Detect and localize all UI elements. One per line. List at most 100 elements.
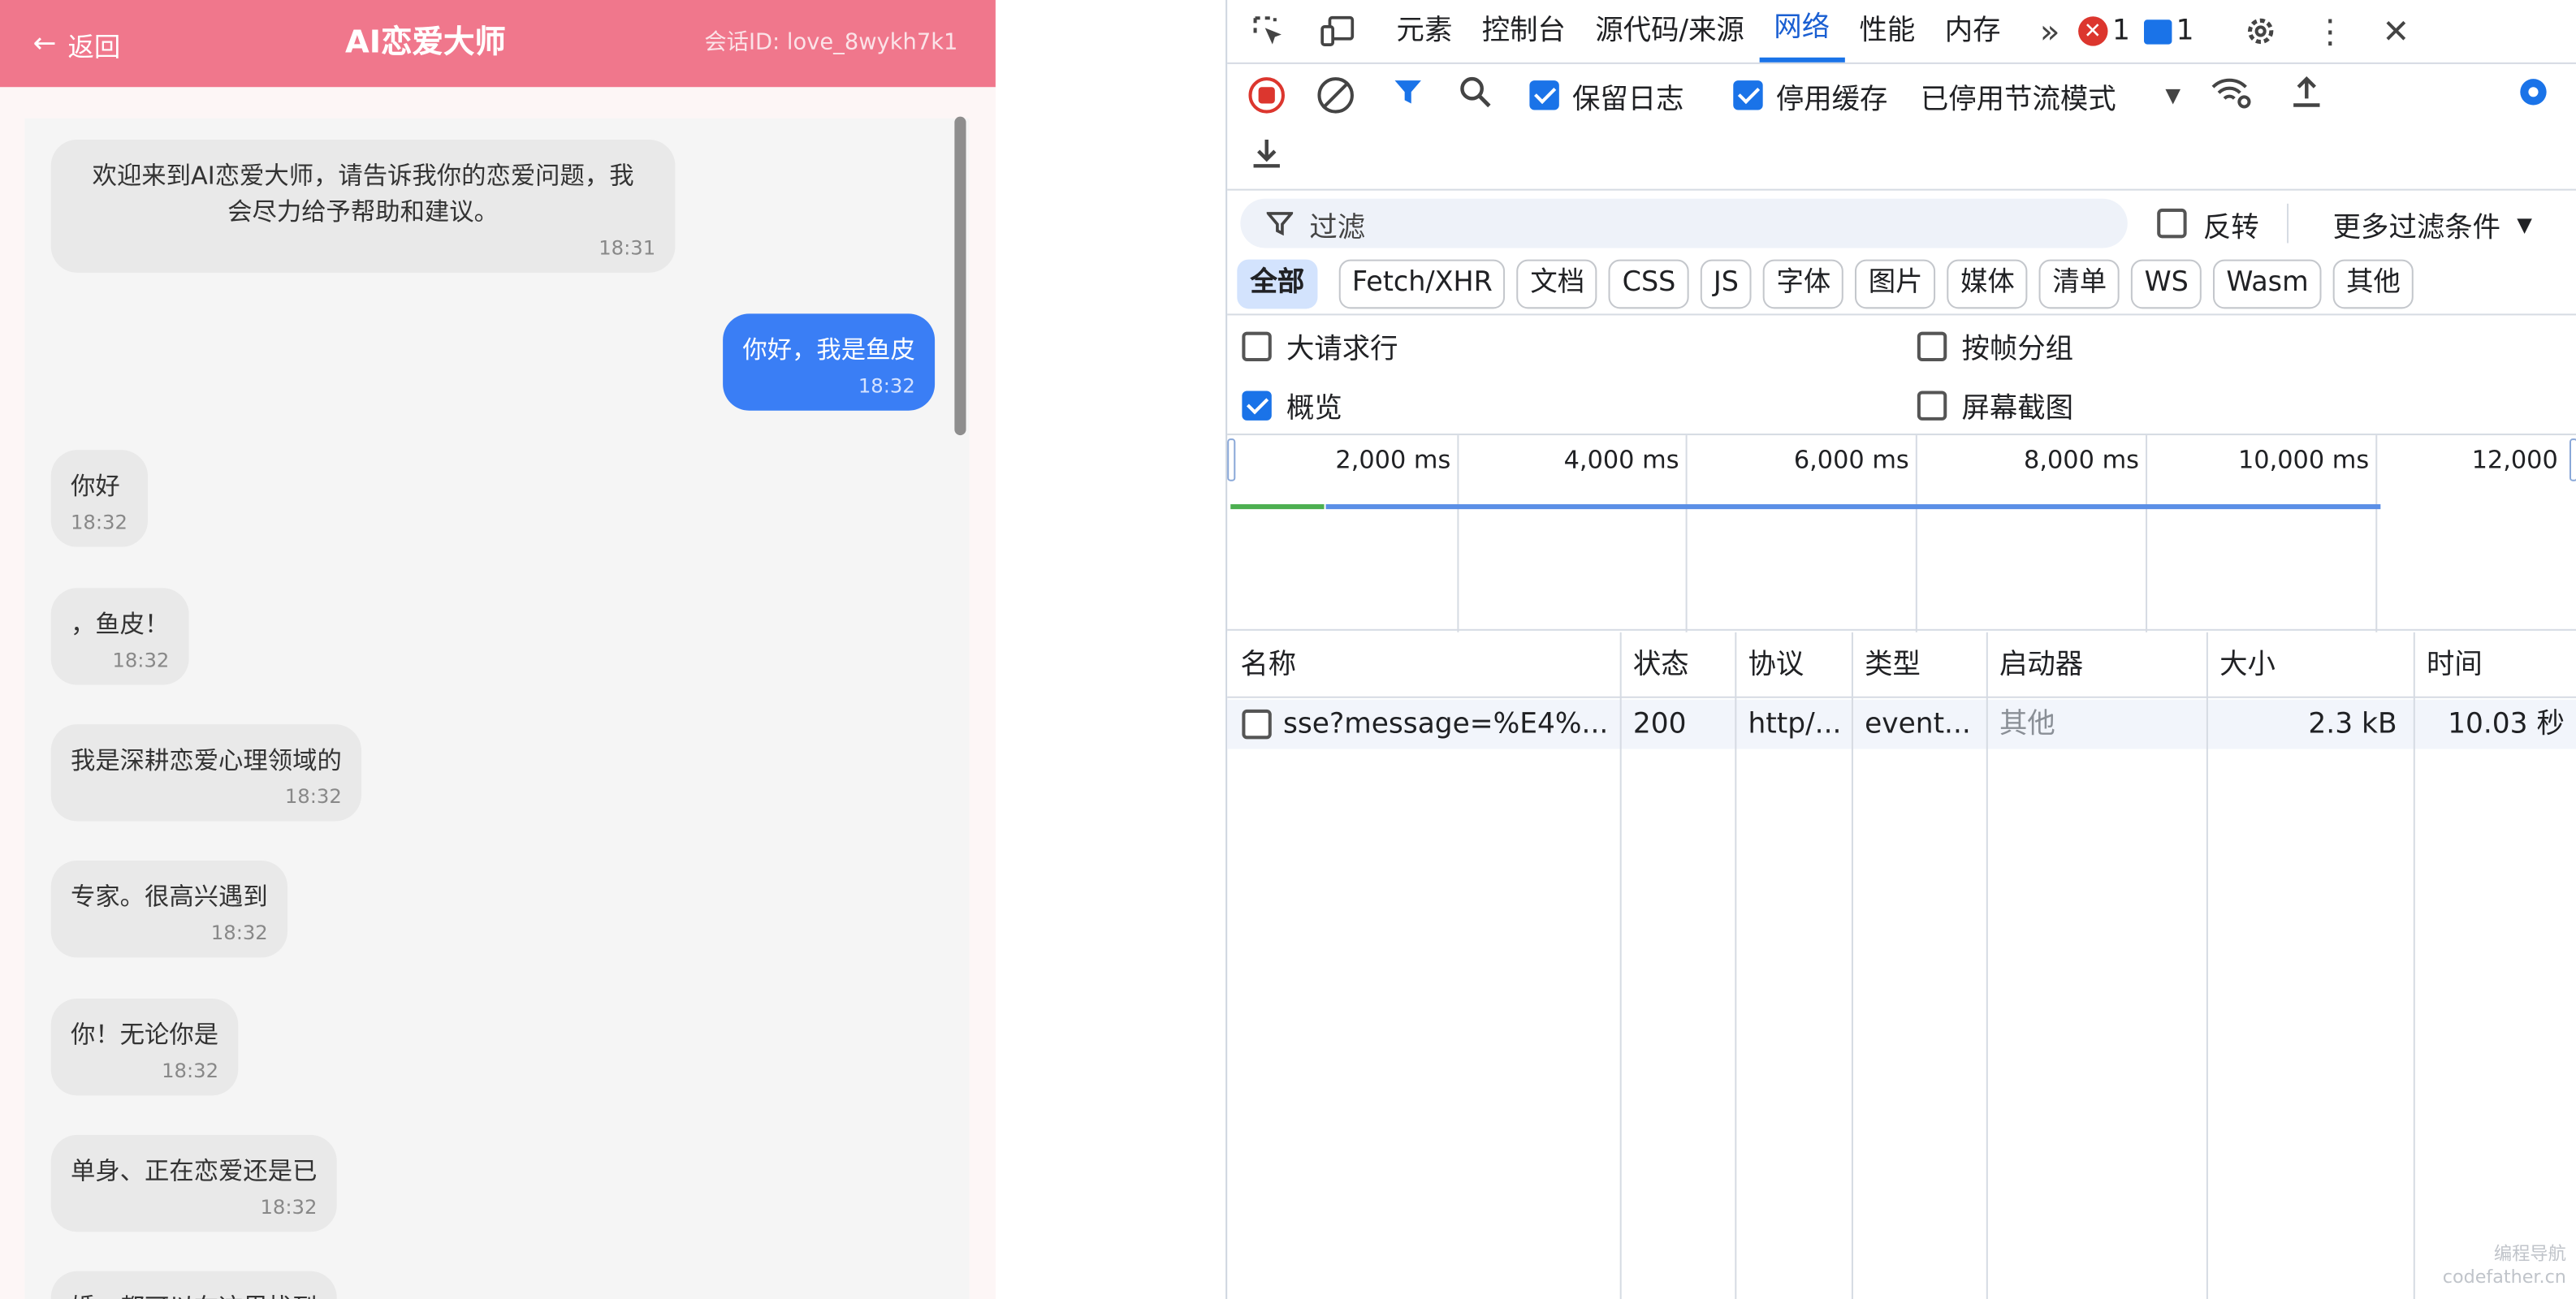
export-har-icon[interactable] bbox=[1248, 134, 1285, 179]
error-count: 1 bbox=[2112, 15, 2130, 48]
filter-chip-wasm[interactable]: Wasm bbox=[2213, 259, 2322, 309]
column-header-status[interactable]: 状态 bbox=[1620, 632, 1689, 698]
filter-chip-doc[interactable]: 文档 bbox=[1517, 259, 1598, 309]
divider bbox=[1227, 313, 2576, 316]
filter-funnel-icon[interactable] bbox=[1391, 75, 1424, 116]
network-conditions-icon[interactable] bbox=[2210, 73, 2253, 118]
timeline-right-handle[interactable] bbox=[2569, 438, 2576, 481]
message-time: 18:32 bbox=[210, 921, 268, 945]
filter-chip-fetch-xhr[interactable]: Fetch/XHR bbox=[1338, 259, 1506, 309]
table-row[interactable]: sse?message=%E4%... 200 http/... event..… bbox=[1227, 699, 2576, 749]
filter-icon bbox=[1266, 212, 1294, 236]
group-by-frame-checkbox[interactable] bbox=[1917, 330, 1947, 361]
preserve-log-checkbox[interactable] bbox=[1529, 80, 1559, 110]
column-divider[interactable] bbox=[1619, 632, 1622, 1299]
screenshots-option[interactable]: 屏幕截图 bbox=[1917, 384, 2073, 425]
divider bbox=[1227, 62, 2576, 64]
group-by-frame-option[interactable]: 按帧分组 bbox=[1917, 326, 2073, 366]
chat-message-list[interactable]: 欢迎来到AI恋爱大师，请告诉我你的恋爱问题，我 会尽力给予帮助和建议。 18:3… bbox=[24, 118, 970, 1299]
grid-line bbox=[2375, 435, 2378, 632]
chat-scrollbar[interactable] bbox=[954, 116, 966, 436]
tab-memory[interactable]: 内存 bbox=[1930, 0, 2015, 63]
tab-console[interactable]: 控制台 bbox=[1467, 0, 1581, 63]
network-overview-timeline[interactable]: 2,000 ms 4,000 ms 6,000 ms 8,000 ms 10,0… bbox=[1227, 434, 2576, 632]
filter-input[interactable]: 过滤 bbox=[1240, 198, 2128, 248]
clear-icon[interactable] bbox=[1317, 77, 1354, 114]
grid-line bbox=[1457, 435, 1459, 632]
filter-chip-media[interactable]: 媒体 bbox=[1947, 259, 2028, 309]
timeline-left-handle[interactable] bbox=[1227, 438, 1236, 481]
request-status: 200 bbox=[1632, 707, 1687, 741]
message-bubble-ai: ，鱼皮！ 18:32 bbox=[50, 588, 189, 685]
message-text: 你好，我是鱼皮 bbox=[742, 334, 915, 365]
settings-gear-icon[interactable] bbox=[2243, 13, 2280, 50]
close-icon[interactable]: ✕ bbox=[2378, 11, 2414, 51]
message-time: 18:32 bbox=[70, 511, 128, 534]
overview-checkbox[interactable] bbox=[1242, 390, 1272, 420]
column-header-protocol[interactable]: 协议 bbox=[1735, 632, 1804, 698]
column-divider[interactable] bbox=[1735, 632, 1737, 1299]
invert-checkbox[interactable] bbox=[2157, 208, 2187, 239]
column-header-initiator[interactable]: 启动器 bbox=[1986, 632, 2083, 698]
column-header-time[interactable]: 时间 bbox=[2414, 632, 2483, 698]
filter-chip-css[interactable]: CSS bbox=[1609, 259, 1689, 309]
column-header-size[interactable]: 大小 bbox=[2206, 632, 2276, 698]
message-time: 18:32 bbox=[284, 784, 342, 809]
network-settings-gear-icon[interactable] bbox=[2515, 73, 2552, 118]
resource-type-filters: 全部 Fetch/XHR 文档 CSS JS 字体 图片 媒体 清单 WS Wa… bbox=[1237, 259, 2414, 309]
timeline-tick: 8,000 ms bbox=[2024, 445, 2139, 475]
filter-chip-js[interactable]: JS bbox=[1700, 259, 1753, 309]
dropdown-arrow-icon: ▼ bbox=[2517, 212, 2532, 236]
more-options-icon[interactable]: ⋮ bbox=[2312, 11, 2349, 51]
search-icon[interactable] bbox=[1457, 73, 1493, 118]
tab-elements[interactable]: 元素 bbox=[1381, 0, 1467, 63]
dropdown-arrow-icon: ▼ bbox=[2165, 84, 2181, 107]
tab-sources[interactable]: 源代码/来源 bbox=[1580, 0, 1759, 63]
request-protocol: http/... bbox=[1748, 707, 1842, 741]
overview-option[interactable]: 概览 bbox=[1242, 384, 1342, 425]
grid-line bbox=[1915, 435, 1917, 632]
row-checkbox[interactable] bbox=[1242, 709, 1272, 740]
waiting-bar bbox=[1230, 504, 1325, 510]
filter-chip-img[interactable]: 图片 bbox=[1855, 259, 1936, 309]
column-divider[interactable] bbox=[1986, 632, 1988, 1299]
devtools-panel: 元素 控制台 源代码/来源 网络 性能 内存 » ✕ 1 1 ⋮ ✕ 保留日志 … bbox=[1225, 0, 2576, 1299]
import-har-icon[interactable] bbox=[2289, 73, 2326, 118]
message-text: 你好 bbox=[70, 471, 120, 502]
message-count-badge[interactable]: 1 bbox=[2143, 15, 2193, 48]
message-time: 18:32 bbox=[162, 1059, 219, 1083]
filter-chip-other[interactable]: 其他 bbox=[2332, 259, 2414, 309]
more-tabs-icon[interactable]: » bbox=[2032, 11, 2068, 51]
message-text: 单身、正在恋爱还是已 bbox=[70, 1156, 318, 1186]
tab-performance[interactable]: 性能 bbox=[1844, 0, 1930, 63]
message-bubble-ai: 单身、正在恋爱还是已 18:32 bbox=[50, 1134, 337, 1232]
message-time: 18:31 bbox=[599, 236, 656, 260]
inspect-element-icon[interactable] bbox=[1251, 13, 1287, 50]
column-divider[interactable] bbox=[1851, 632, 1853, 1299]
device-toolbar-icon[interactable] bbox=[1319, 13, 1355, 50]
column-header-type[interactable]: 类型 bbox=[1852, 632, 1921, 698]
error-count-badge[interactable]: ✕ 1 bbox=[2077, 15, 2130, 48]
large-rows-option[interactable]: 大请求行 bbox=[1242, 326, 1398, 366]
screenshots-checkbox[interactable] bbox=[1917, 390, 1947, 420]
tab-network[interactable]: 网络 bbox=[1759, 0, 1845, 63]
more-filters-dropdown[interactable]: 更多过滤条件 ▼ bbox=[2333, 204, 2532, 244]
request-table-header: 名称 状态 协议 类型 启动器 大小 时间 bbox=[1227, 632, 2576, 698]
message-text: 欢迎来到AI恋爱大师，请告诉我你的恋爱问题，我 会尽力给予帮助和建议。 bbox=[92, 161, 634, 227]
filter-chip-manifest[interactable]: 清单 bbox=[2039, 259, 2120, 309]
message-bubble-ai: 你！无论你是 18:32 bbox=[50, 998, 239, 1096]
filter-chip-ws[interactable]: WS bbox=[2131, 259, 2202, 309]
grid-line bbox=[2146, 435, 2148, 632]
request-name[interactable]: sse?message=%E4%... bbox=[1270, 700, 1615, 749]
disable-cache-checkbox[interactable] bbox=[1733, 80, 1763, 110]
column-divider[interactable] bbox=[2413, 632, 2415, 1299]
large-rows-checkbox[interactable] bbox=[1242, 330, 1272, 361]
preserve-log-label: 保留日志 bbox=[1572, 83, 1684, 116]
filter-chip-font[interactable]: 字体 bbox=[1763, 259, 1844, 309]
record-stop-icon[interactable] bbox=[1248, 77, 1285, 114]
throttle-select[interactable]: 已停用节流模式 ▼ bbox=[1921, 75, 2181, 115]
column-header-name[interactable]: 名称 bbox=[1227, 632, 1296, 698]
column-divider[interactable] bbox=[2206, 632, 2208, 1299]
download-bar bbox=[1325, 504, 2381, 510]
filter-chip-all[interactable]: 全部 bbox=[1237, 259, 1318, 309]
